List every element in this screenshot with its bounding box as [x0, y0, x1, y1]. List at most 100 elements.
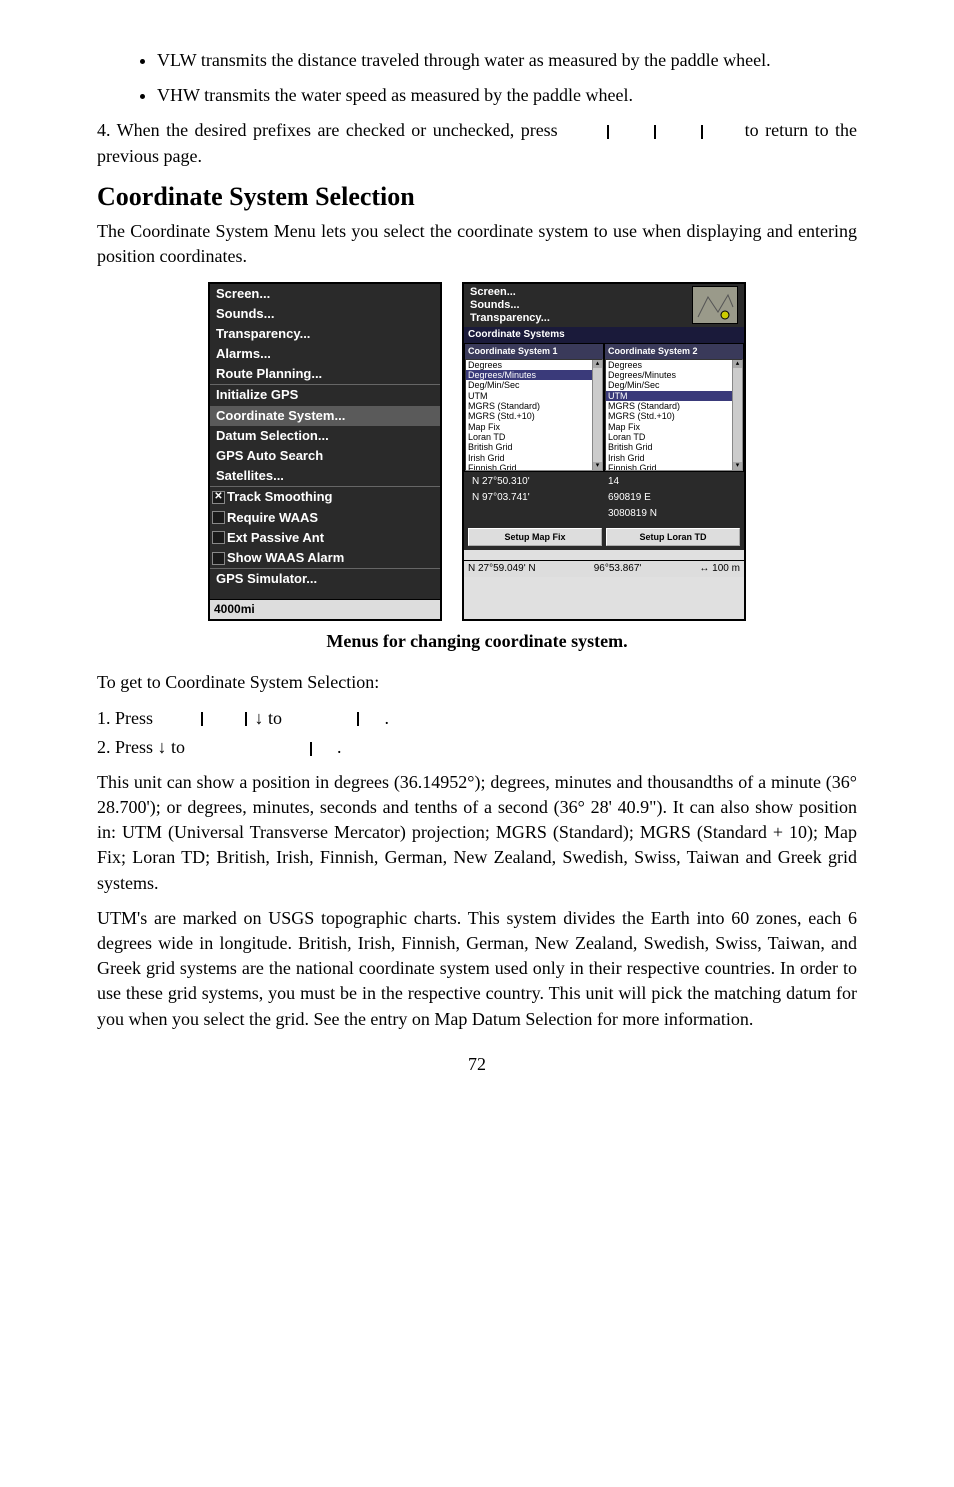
paragraph-1: This unit can show a position in degrees…: [97, 770, 857, 896]
page-number: 72: [97, 1052, 857, 1077]
scroll-up-icon: ▴: [593, 360, 602, 368]
step2-b: .: [337, 737, 342, 757]
checkbox-label: Show WAAS Alarm: [227, 549, 344, 567]
menu-item: Screen...: [210, 284, 440, 304]
bullet-item: VLW transmits the distance traveled thro…: [157, 48, 857, 73]
coord-readouts: N 27°50.310'14 N 97°03.741'690819 E 3080…: [464, 472, 744, 524]
readout: 3080819 N: [604, 506, 740, 522]
list-item: Irish Grid: [466, 453, 602, 463]
list-item: MGRS (Standard): [606, 401, 742, 411]
menu-item: GPS Auto Search: [210, 446, 440, 466]
key-bar: [701, 125, 703, 139]
checkbox-icon: ✕: [212, 491, 225, 504]
list-item: Deg/Min/Sec: [466, 380, 602, 390]
list-item: Loran TD: [606, 432, 742, 442]
top-item: Screen...: [470, 286, 550, 299]
right-coord-screenshot: Screen... Sounds... Transparency... Coor…: [462, 282, 746, 622]
step4-prefix: 4. When the desired prefixes are checked…: [97, 120, 558, 140]
list-item: Degrees: [466, 360, 602, 370]
readout: 690819 E: [604, 490, 740, 506]
list-item: Irish Grid: [606, 453, 742, 463]
coord-list-2: Degrees Degrees/Minutes Deg/Min/Sec UTM …: [605, 359, 743, 471]
menu-item: Satellites...: [210, 466, 440, 486]
intro-text: The Coordinate System Menu lets you sele…: [97, 219, 857, 269]
coord-systems-header: Coordinate Systems: [464, 327, 744, 343]
key-bar: [245, 712, 247, 726]
key-bar: [654, 125, 656, 139]
section-heading: Coordinate System Selection: [97, 179, 857, 215]
paragraph-2: UTM's are marked on USGS topographic cha…: [97, 906, 857, 1032]
list-item: Degrees: [606, 360, 742, 370]
menu-item: Initialize GPS: [210, 384, 440, 405]
right-top-bar: Screen... Sounds... Transparency...: [464, 284, 744, 328]
coord-col-2: Coordinate System 2 Degrees Degrees/Minu…: [604, 343, 744, 472]
bullet-item: VHW transmits the water speed as measure…: [157, 83, 857, 108]
step2-a: 2. Press ↓ to: [97, 737, 185, 757]
top-item: Transparency...: [470, 312, 550, 325]
list-item: Finnish Grid: [466, 463, 602, 471]
scale-footer: 4000mi: [210, 599, 440, 619]
menu-item: Datum Selection...: [210, 426, 440, 446]
col1-header: Coordinate System 1: [465, 344, 603, 359]
status-bar: N 27°59.049' N 96°53.867' ↔ 100 m: [464, 560, 744, 577]
key-bar: [607, 125, 609, 139]
readout: 14: [604, 474, 740, 490]
status-mid: 96°53.867': [594, 562, 642, 576]
checkbox-icon: [212, 552, 225, 565]
list-item: Map Fix: [466, 422, 602, 432]
list-item: MGRS (Standard): [466, 401, 602, 411]
list-item-selected: UTM: [606, 391, 742, 401]
list-item: British Grid: [606, 442, 742, 452]
checkbox-label: Track Smoothing: [227, 488, 332, 506]
step-4: 4. When the desired prefixes are checked…: [97, 118, 857, 168]
readout: N 97°03.741': [468, 490, 604, 506]
coord-col-1: Coordinate System 1 Degrees Degrees/Minu…: [464, 343, 604, 472]
top-item: Sounds...: [470, 299, 550, 312]
readout: N 27°50.310': [468, 474, 604, 490]
key-bar: [310, 742, 312, 756]
step1-a: 1. Press: [97, 708, 153, 728]
left-menu-screenshot: Screen... Sounds... Transparency... Alar…: [208, 282, 442, 622]
setup-buttons-row: Setup Map Fix Setup Loran TD: [464, 524, 744, 551]
checkbox-label: Ext Passive Ant: [227, 529, 324, 547]
list-item: Deg/Min/Sec: [606, 380, 742, 390]
scroll-down-icon: ▾: [733, 462, 742, 470]
list-item-selected: Degrees/Minutes: [466, 370, 602, 380]
menu-item-highlighted: Coordinate System...: [210, 406, 440, 426]
list-item: British Grid: [466, 442, 602, 452]
scroll-down-icon: ▾: [593, 462, 602, 470]
key-bar: [357, 712, 359, 726]
scroll-up-icon: ▴: [733, 360, 742, 368]
menu-item: Sounds...: [210, 304, 440, 324]
key-bar: [201, 712, 203, 726]
list-item: Degrees/Minutes: [606, 370, 742, 380]
step1-b: ↓ to: [255, 708, 283, 728]
feature-bullets: VLW transmits the distance traveled thro…: [97, 48, 857, 108]
menu-item: GPS Simulator...: [210, 568, 440, 589]
checkbox-icon: [212, 531, 225, 544]
screenshots-container: Screen... Sounds... Transparency... Alar…: [97, 282, 857, 622]
scrollbar: ▴▾: [732, 360, 742, 470]
coord-columns: Coordinate System 1 Degrees Degrees/Minu…: [464, 343, 744, 472]
howto-intro: To get to Coordinate System Selection:: [97, 670, 857, 695]
setup-loran-td-button: Setup Loran TD: [606, 528, 740, 547]
list-item: MGRS (Std.+10): [466, 411, 602, 421]
step1-c: .: [385, 708, 390, 728]
list-item: Loran TD: [466, 432, 602, 442]
list-item: MGRS (Std.+10): [606, 411, 742, 421]
checkbox-item: Show WAAS Alarm: [210, 548, 440, 568]
menu-item: Route Planning...: [210, 364, 440, 384]
scrollbar: ▴▾: [592, 360, 602, 470]
menu-item: Transparency...: [210, 324, 440, 344]
coord-list-1: Degrees Degrees/Minutes Deg/Min/Sec UTM …: [465, 359, 603, 471]
list-item: Finnish Grid: [606, 463, 742, 471]
status-left: N 27°59.049' N: [468, 562, 536, 576]
step-2: 2. Press ↓ to .: [97, 735, 857, 760]
menu-item: Alarms...: [210, 344, 440, 364]
col2-header: Coordinate System 2: [605, 344, 743, 359]
checkbox-label: Require WAAS: [227, 509, 318, 527]
step-1: 1. Press ↓ to .: [97, 706, 857, 731]
figure-caption: Menus for changing coordinate system.: [97, 629, 857, 654]
status-right: ↔ 100 m: [699, 562, 740, 576]
checkbox-item: Require WAAS: [210, 508, 440, 528]
